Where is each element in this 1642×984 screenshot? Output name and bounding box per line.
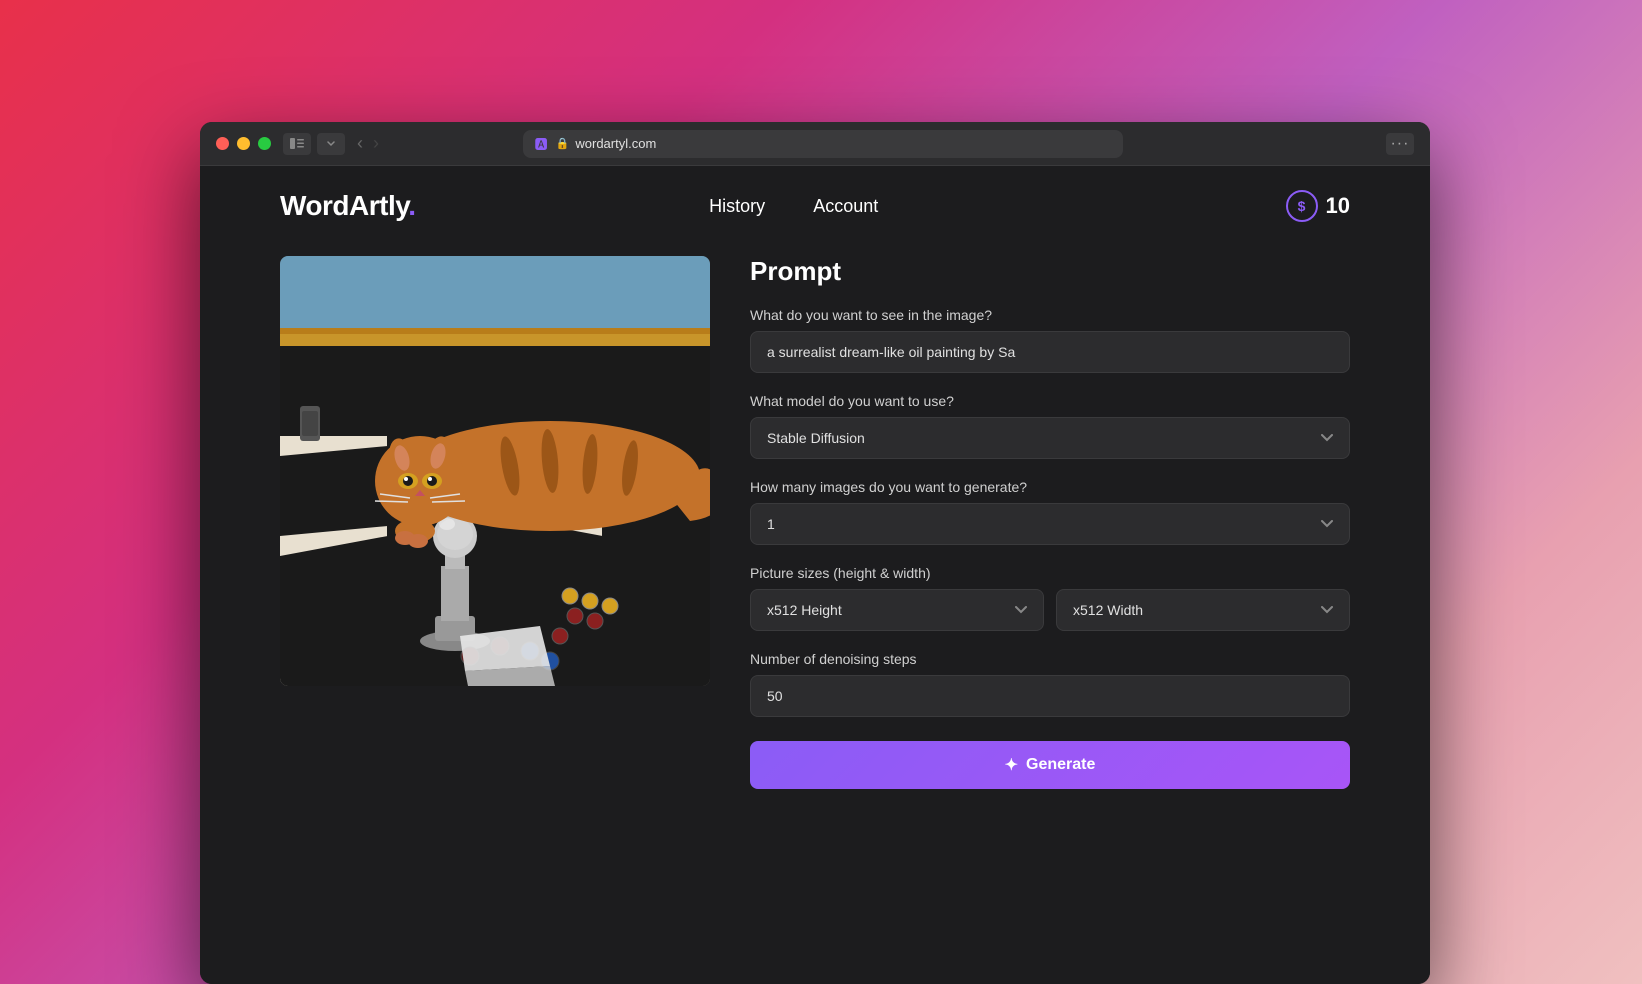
model-label: What model do you want to use? (750, 393, 1350, 409)
title-bar: ‹ › 🅰 🔒 wordartyl.com ··· (200, 122, 1430, 166)
address-bar[interactable]: 🅰 🔒 wordartyl.com (523, 130, 1123, 158)
page-content: WordArtly. History Account $ 10 (200, 166, 1430, 984)
maximize-button[interactable] (258, 137, 271, 150)
generated-image (280, 256, 710, 686)
minimize-button[interactable] (237, 137, 250, 150)
prompt-input[interactable] (750, 331, 1350, 373)
logo-dot: . (408, 190, 415, 221)
nav-link-history[interactable]: History (709, 196, 765, 217)
main-area: Prompt What do you want to see in the im… (200, 246, 1430, 984)
height-select[interactable]: x512 Height x256 Height x768 Height x102… (750, 589, 1044, 631)
model-select[interactable]: Stable Diffusion (750, 417, 1350, 459)
nav-link-account[interactable]: Account (813, 196, 878, 217)
browser-window: ‹ › 🅰 🔒 wordartyl.com ··· WordArtly. His… (200, 122, 1430, 984)
denoising-form-group: Number of denoising steps (750, 651, 1350, 717)
size-form-group: Picture sizes (height & width) x512 Heig… (750, 565, 1350, 631)
model-form-group: What model do you want to use? Stable Di… (750, 393, 1350, 459)
dropdown-arrow-button[interactable] (317, 133, 345, 155)
traffic-lights (216, 137, 271, 150)
window-controls (283, 133, 345, 155)
lock-icon: 🔒 (556, 137, 570, 150)
size-select-row: x512 Height x256 Height x768 Height x102… (750, 589, 1350, 631)
title-bar-right: ··· (1386, 133, 1414, 155)
painting-svg (280, 256, 710, 686)
count-form-group: How many images do you want to generate?… (750, 479, 1350, 545)
logo[interactable]: WordArtly. (280, 190, 416, 222)
generate-btn-label: Generate (1026, 756, 1095, 774)
image-section (280, 256, 710, 944)
size-label: Picture sizes (height & width) (750, 565, 1350, 581)
prompt-title: Prompt (750, 256, 1350, 287)
count-label: How many images do you want to generate? (750, 479, 1350, 495)
prompt-form-group: What do you want to see in the image? (750, 307, 1350, 373)
sidebar-toggle-button[interactable] (283, 133, 311, 155)
prompt-label: What do you want to see in the image? (750, 307, 1350, 323)
denoising-label: Number of denoising steps (750, 651, 1350, 667)
generate-button[interactable]: ✦ Generate (750, 741, 1350, 789)
width-select[interactable]: x512 Width x256 Width x768 Width x1024 W… (1056, 589, 1350, 631)
more-options-button[interactable]: ··· (1386, 133, 1414, 155)
nav-credits: $ 10 (1286, 190, 1350, 222)
back-button[interactable]: ‹ (357, 133, 363, 154)
logo-text: WordArtly (280, 190, 408, 221)
forward-button[interactable]: › (373, 133, 379, 154)
denoising-input[interactable] (750, 675, 1350, 717)
url-text: wordartyl.com (575, 136, 656, 151)
credits-count: 10 (1326, 193, 1350, 219)
navigation: WordArtly. History Account $ 10 (200, 166, 1430, 246)
favicon-icon: 🅰 (535, 134, 548, 153)
credits-icon: $ (1286, 190, 1318, 222)
close-button[interactable] (216, 137, 229, 150)
prompt-panel: Prompt What do you want to see in the im… (750, 256, 1350, 944)
generate-btn-icon: ✦ (1005, 755, 1018, 775)
count-select[interactable]: 1 2 3 4 (750, 503, 1350, 545)
nav-links: History Account (709, 196, 878, 217)
